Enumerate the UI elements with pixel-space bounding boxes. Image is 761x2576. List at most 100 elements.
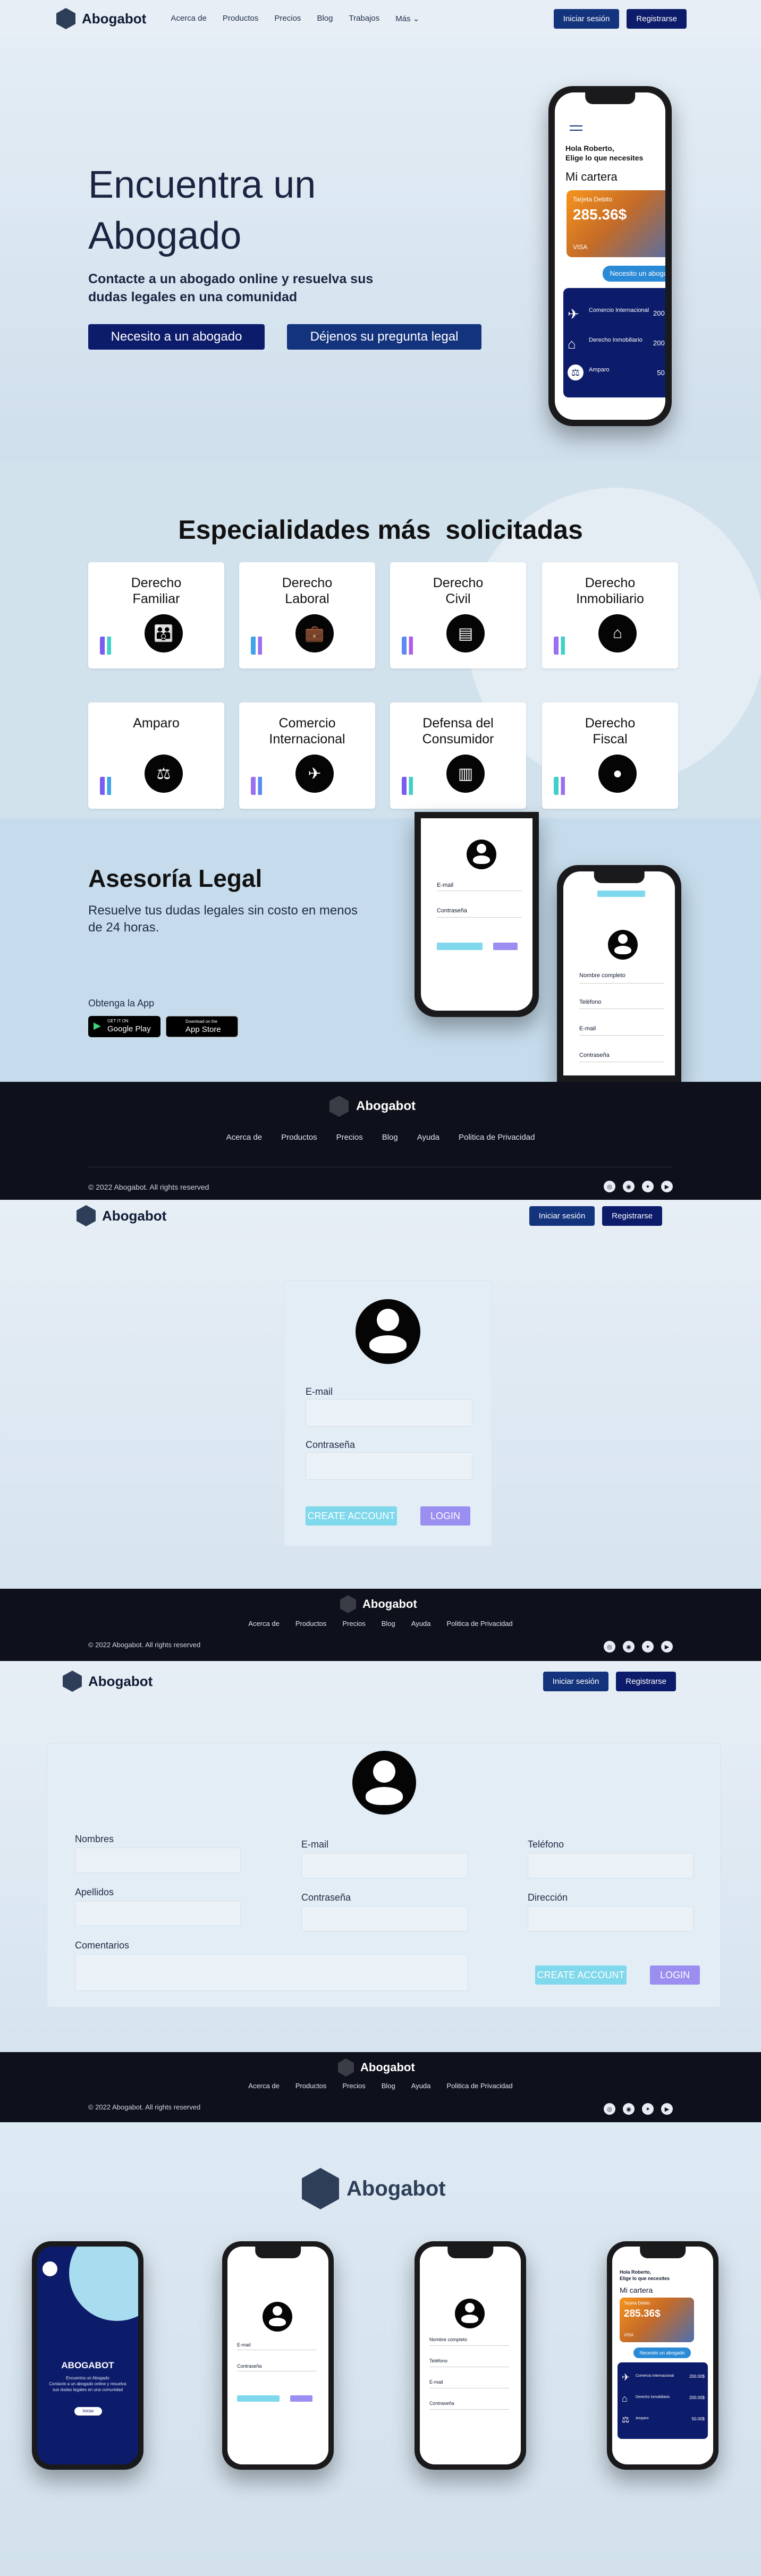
comentarios-input[interactable] xyxy=(75,1954,468,1991)
specialty-card[interactable]: Derecho Civil ▤ xyxy=(390,562,526,668)
footer-link-pricing[interactable]: Precios xyxy=(342,2082,365,2090)
youtube-icon[interactable]: ▶ xyxy=(661,2103,673,2115)
register-button[interactable]: Registrarse xyxy=(627,9,687,29)
login-mini-button[interactable] xyxy=(493,943,518,950)
nav-link-more[interactable]: Más ⌄ xyxy=(395,14,419,23)
service-item[interactable]: ✈ Comercio Internacional 200.00$ xyxy=(568,303,665,327)
debit-card[interactable]: Tarjeta Debito 285.36$ VISA xyxy=(620,2298,694,2342)
login-phone-mockup: E-mail Contraseña xyxy=(415,812,539,1017)
login-submit-button[interactable]: LOGIN xyxy=(650,1965,700,1985)
footer-link-blog[interactable]: Blog xyxy=(382,2082,395,2090)
footer-link-help[interactable]: Ayuda xyxy=(411,2082,431,2090)
create-account-mini-button[interactable] xyxy=(437,943,483,950)
need-lawyer-pill[interactable]: Necesito un abogado xyxy=(633,2348,691,2358)
apellidos-input[interactable] xyxy=(75,1901,241,1926)
footer-link-pricing[interactable]: Precios xyxy=(342,1620,365,1628)
name-field[interactable] xyxy=(429,2345,509,2346)
footer-link-about[interactable]: Acerca de xyxy=(248,2082,280,2090)
instagram-icon[interactable]: ◎ xyxy=(604,2103,615,2115)
footer-logo-text[interactable]: Abogabot xyxy=(362,1597,417,1611)
dribbble-icon[interactable]: ◉ xyxy=(623,2103,635,2115)
nav-link-blog[interactable]: Blog xyxy=(317,14,333,23)
splash-start-button[interactable]: Iniciar xyxy=(74,2407,102,2416)
login-button[interactable]: Iniciar sesión xyxy=(553,9,620,29)
instagram-icon[interactable]: ◎ xyxy=(604,1641,615,1653)
youtube-icon[interactable]: ▶ xyxy=(661,1641,673,1653)
logo-icon[interactable] xyxy=(329,1096,349,1117)
logo-text[interactable]: Abogabot xyxy=(102,1208,166,1224)
login-button[interactable]: Iniciar sesión xyxy=(543,1671,609,1691)
login-button[interactable]: Iniciar sesión xyxy=(529,1206,595,1226)
menu-icon[interactable] xyxy=(570,125,582,131)
youtube-icon[interactable]: ▶ xyxy=(661,1181,673,1192)
footer-link-privacy[interactable]: Politica de Privacidad xyxy=(446,2082,512,2090)
register-button[interactable]: Registrarse xyxy=(616,1671,676,1691)
footer-logo-text[interactable]: Abogabot xyxy=(356,1099,416,1114)
nav-link-about[interactable]: Acerca de xyxy=(171,14,207,23)
email-field[interactable] xyxy=(579,1035,664,1036)
footer-link-about[interactable]: Acerca de xyxy=(248,1620,280,1628)
password-input[interactable] xyxy=(301,1906,468,1931)
footer-link-products[interactable]: Productos xyxy=(295,1620,327,1628)
password-field[interactable] xyxy=(429,2409,509,2410)
login-submit-button[interactable]: LOGIN xyxy=(420,1506,470,1526)
email-input[interactable] xyxy=(301,1853,468,1878)
footer-link-help[interactable]: Ayuda xyxy=(417,1133,439,1142)
ask-question-button[interactable]: Déjenos su pregunta legal xyxy=(287,324,481,350)
logo-icon[interactable] xyxy=(56,8,75,29)
specialty-card[interactable]: Derecho Familiar 👪 xyxy=(88,562,224,668)
twitter-icon[interactable]: ✦ xyxy=(642,1641,654,1653)
register-button[interactable]: Registrarse xyxy=(602,1206,662,1226)
direccion-input[interactable] xyxy=(528,1906,694,1931)
logo-text[interactable]: Abogabot xyxy=(82,11,146,27)
logo-icon[interactable] xyxy=(77,1205,96,1226)
name-field[interactable] xyxy=(579,983,664,984)
service-item[interactable]: ⚖ Amparo 50.00$ xyxy=(568,362,665,387)
footer-link-products[interactable]: Productos xyxy=(295,2082,327,2090)
debit-card[interactable]: Tarjeta Debito 285.36$ VISA xyxy=(566,190,665,257)
app-store-badge[interactable]: Download on the App Store xyxy=(166,1016,238,1037)
create-account-button[interactable]: CREATE ACCOUNT xyxy=(306,1506,397,1526)
specialty-title: Derecho Civil xyxy=(433,575,484,606)
login-mini-button[interactable] xyxy=(290,2395,312,2402)
specialty-card[interactable]: Derecho Inmobiliario ⌂ xyxy=(542,562,678,668)
specialty-card[interactable]: Derecho Laboral 💼 xyxy=(239,562,375,668)
logo-icon[interactable] xyxy=(338,2058,354,2077)
footer-link-privacy[interactable]: Politica de Privacidad xyxy=(459,1133,535,1142)
twitter-icon[interactable]: ✦ xyxy=(642,2103,654,2115)
nav-link-products[interactable]: Productos xyxy=(223,14,259,23)
specialty-card[interactable]: Defensa del Consumidor ▥ xyxy=(390,702,526,809)
nav-link-jobs[interactable]: Trabajos xyxy=(349,14,379,23)
password-field[interactable] xyxy=(437,917,522,918)
need-lawyer-pill[interactable]: Necesito un abogado xyxy=(603,266,665,282)
footer-link-pricing[interactable]: Precios xyxy=(336,1133,363,1142)
footer-link-privacy[interactable]: Politica de Privacidad xyxy=(446,1620,512,1628)
create-account-button[interactable]: CREATE ACCOUNT xyxy=(535,1965,627,1985)
google-play-badge[interactable]: ▶ GET IT ON Google Play xyxy=(88,1016,160,1037)
service-item[interactable]: ⌂ Derecho Inmobiliario 200.00$ xyxy=(568,333,665,357)
logo-icon[interactable] xyxy=(340,1595,356,1613)
specialty-title: Amparo xyxy=(133,716,180,731)
dribbble-icon[interactable]: ◉ xyxy=(623,1181,635,1192)
nav-link-pricing[interactable]: Precios xyxy=(274,14,301,23)
twitter-icon[interactable]: ✦ xyxy=(642,1181,654,1192)
logo-icon[interactable] xyxy=(63,1671,82,1692)
specialty-card[interactable]: Derecho Fiscal ● xyxy=(542,702,678,809)
instagram-icon[interactable]: ◎ xyxy=(604,1181,615,1192)
footer-link-about[interactable]: Acerca de xyxy=(226,1133,263,1142)
email-input[interactable] xyxy=(306,1399,472,1427)
footer-link-help[interactable]: Ayuda xyxy=(411,1620,431,1628)
footer-logo-text[interactable]: Abogabot xyxy=(360,2061,415,2074)
create-account-mini-button[interactable] xyxy=(237,2395,280,2402)
password-input[interactable] xyxy=(306,1452,472,1480)
footer-link-blog[interactable]: Blog xyxy=(382,1620,395,1628)
telefono-input[interactable] xyxy=(528,1853,694,1878)
nombres-input[interactable] xyxy=(75,1848,241,1873)
footer-link-blog[interactable]: Blog xyxy=(382,1133,398,1142)
dribbble-icon[interactable]: ◉ xyxy=(623,1641,635,1653)
logo-text[interactable]: Abogabot xyxy=(88,1673,153,1690)
need-lawyer-button[interactable]: Necesito a un abogado xyxy=(88,324,265,350)
specialty-card[interactable]: Amparo ⚖ xyxy=(88,702,224,809)
specialty-card[interactable]: Comercio Internacional ✈ xyxy=(239,702,375,809)
footer-link-products[interactable]: Productos xyxy=(281,1133,317,1142)
